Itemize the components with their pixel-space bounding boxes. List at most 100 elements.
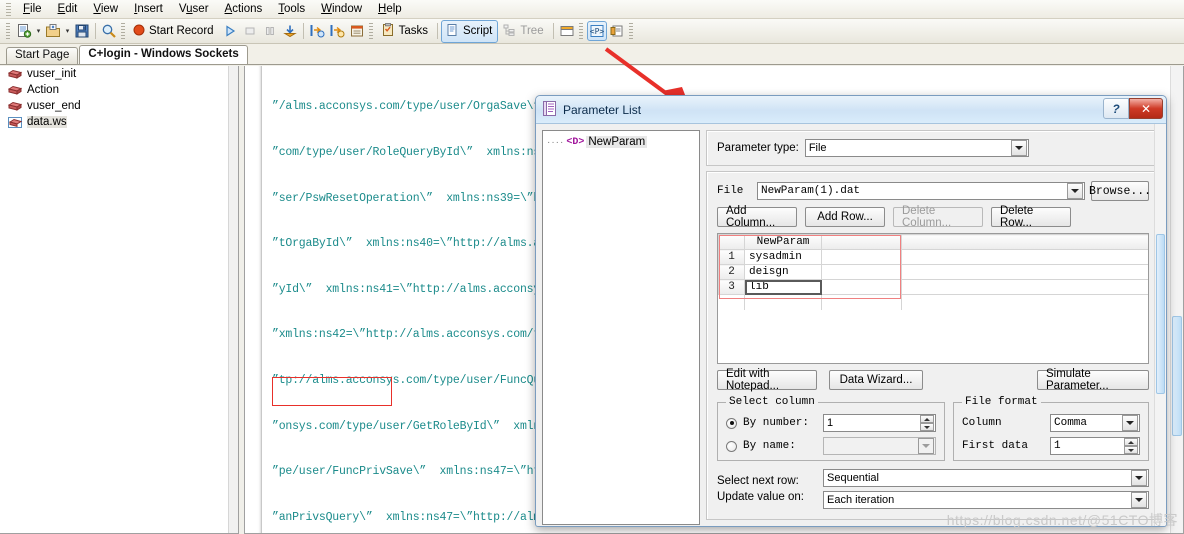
tree-item-vuser-init[interactable]: vuser_init <box>0 66 238 82</box>
data-file-brick-icon <box>8 116 22 128</box>
tree-vertical-scrollbar[interactable] <box>228 66 238 533</box>
update-value-on-select[interactable]: Each iteration <box>823 491 1149 509</box>
edit-with-notepad-button[interactable]: Edit with Notepad... <box>717 368 817 392</box>
editor-vertical-scrollbar[interactable] <box>1170 66 1183 533</box>
start-record-button[interactable]: Start Record <box>129 21 220 42</box>
table-row-empty[interactable] <box>718 294 1149 310</box>
parameter-type-select[interactable]: File <box>804 139 1029 157</box>
dialog-title-bar[interactable]: Parameter List ? ✕ <box>536 96 1166 124</box>
chevron-down-icon[interactable] <box>1131 470 1147 486</box>
grid-column-header[interactable]: NewParam <box>744 234 822 250</box>
add-column-button[interactable]: Add Column... <box>717 205 797 229</box>
tasks-button[interactable]: Tasks <box>377 20 434 43</box>
editor-scroll-thumb[interactable] <box>1172 316 1182 436</box>
by-number-input[interactable]: 1 <box>823 414 936 432</box>
new-script-dropdown[interactable]: ▾ <box>34 21 43 41</box>
toolbar-grip-5[interactable] <box>628 23 633 39</box>
menu-item-tools[interactable]: Tools <box>270 1 313 17</box>
find-magnifier-icon[interactable] <box>99 21 119 41</box>
grid-column-header-empty[interactable] <box>821 234 902 250</box>
menu-item-edit[interactable]: Edit <box>50 1 86 17</box>
new-script-icon[interactable] <box>14 21 34 41</box>
tree-view-button[interactable]: Tree <box>498 20 549 43</box>
menu-bar: File Edit View Insert Vuser Actions Tool… <box>0 0 1184 19</box>
run-play-icon[interactable] <box>220 21 240 41</box>
toolbar-grip-2[interactable] <box>121 23 125 39</box>
tab-start-page[interactable]: Start Page <box>6 47 79 64</box>
by-number-radio[interactable] <box>726 417 737 429</box>
step-into-icon[interactable] <box>307 21 327 41</box>
column-format-select[interactable]: Comma <box>1050 414 1140 432</box>
tab-c-login-windows-sockets[interactable]: C+login - Windows Sockets <box>79 45 248 64</box>
start-record-label: Start Record <box>149 25 214 37</box>
toolbar-grip-1[interactable] <box>6 23 10 39</box>
menu-grip[interactable] <box>6 2 11 16</box>
help-button[interactable]: ? <box>1103 98 1129 119</box>
table-row[interactable]: 3 lib <box>718 279 1148 295</box>
open-folder-dropdown[interactable]: ▾ <box>63 21 72 41</box>
table-row[interactable]: 2 deisgn <box>718 264 1148 280</box>
menu-item-view[interactable]: View <box>85 1 126 17</box>
menu-item-file[interactable]: File <box>15 1 50 17</box>
parameter-list-icon[interactable]: <P> <box>586 21 607 41</box>
toolbar-grip-3[interactable] <box>368 23 373 39</box>
browse-button[interactable]: Browse... <box>1089 181 1151 201</box>
chevron-down-icon[interactable] <box>1010 140 1027 156</box>
chevron-down-icon[interactable] <box>1131 492 1147 508</box>
grid-cell-empty[interactable] <box>821 264 902 280</box>
download-icon[interactable] <box>280 21 300 41</box>
dialog-vertical-scrollbar[interactable] <box>1154 124 1166 526</box>
first-data-stepper[interactable] <box>1124 438 1138 454</box>
stop-icon[interactable] <box>240 21 260 41</box>
menu-item-window[interactable]: Window <box>313 1 370 17</box>
tree-item-action[interactable]: Action <box>0 82 238 98</box>
parameter-list-icon <box>543 100 556 119</box>
table-row[interactable]: 1 sysadmin <box>718 249 1148 265</box>
file-data-panel: File NewParam(1).dat Browse... Add Colum… <box>706 171 1160 520</box>
menu-item-help[interactable]: Help <box>370 1 410 17</box>
grid-cell-empty[interactable] <box>821 279 902 295</box>
select-next-row-select[interactable]: Sequential <box>823 469 1149 487</box>
by-name-radio[interactable] <box>726 440 737 452</box>
script-tree-panel: vuser_init Action vuser_end data.ws <box>0 66 239 534</box>
delete-column-button: Delete Column... <box>893 205 983 229</box>
tree-item-vuser-end[interactable]: vuser_end <box>0 98 238 114</box>
step-out-icon[interactable] <box>327 21 347 41</box>
parameter-data-grid[interactable]: NewParam 1 sysadmin 2 deisgn 3 lib <box>717 233 1149 364</box>
add-row-button[interactable]: Add Row... <box>805 207 885 227</box>
chevron-down-icon[interactable] <box>1122 415 1138 431</box>
file-format-group: File format Column Comma First data 1 <box>953 396 1149 461</box>
simulate-parameter-button[interactable]: Simulate Parameter... <box>1037 368 1149 392</box>
open-folder-icon[interactable] <box>43 21 63 41</box>
parameter-angle-icon: <D> <box>566 136 585 148</box>
pause-icon[interactable] <box>260 21 280 41</box>
data-wizard-button[interactable]: Data Wizard... <box>829 370 923 390</box>
grid-cell-value[interactable]: sysadmin <box>744 249 822 265</box>
grid-cell-value[interactable]: deisgn <box>744 264 822 280</box>
menu-item-insert[interactable]: Insert <box>126 1 171 17</box>
grid-filler-header <box>901 234 1148 250</box>
parameter-list-dialog: Parameter List ? ✕ ···· <D> NewParam Par… <box>535 95 1167 527</box>
parameter-tree[interactable]: ···· <D> NewParam <box>542 130 700 525</box>
snapshot-icon[interactable] <box>607 21 627 41</box>
tree-item-data-ws[interactable]: data.ws <box>0 114 238 130</box>
parameter-tree-item-newparam[interactable]: ···· <D> NewParam <box>547 136 695 148</box>
by-name-label: By name: <box>743 440 796 452</box>
script-view-button[interactable]: Script <box>440 19 499 43</box>
file-select[interactable]: NewParam(1).dat <box>757 182 1085 200</box>
delete-row-button[interactable]: Delete Row... <box>991 205 1071 229</box>
close-button[interactable]: ✕ <box>1129 98 1163 119</box>
chevron-down-icon[interactable] <box>1067 183 1083 199</box>
menu-item-vuser[interactable]: Vuser <box>171 1 217 17</box>
grid-header-row: NewParam <box>718 234 1148 250</box>
toolbar-grip-4[interactable] <box>578 23 583 39</box>
dialog-scroll-thumb[interactable] <box>1156 234 1165 394</box>
grid-cell-empty[interactable] <box>821 249 902 265</box>
by-number-stepper[interactable] <box>920 415 934 431</box>
grid-cell-value-editing[interactable]: lib <box>744 279 822 295</box>
save-diskette-icon[interactable] <box>72 21 92 41</box>
menu-item-actions[interactable]: Actions <box>217 1 271 17</box>
first-data-input[interactable]: 1 <box>1050 437 1140 455</box>
runtime-settings-icon[interactable] <box>347 21 367 41</box>
output-pane-icon[interactable] <box>557 21 577 41</box>
